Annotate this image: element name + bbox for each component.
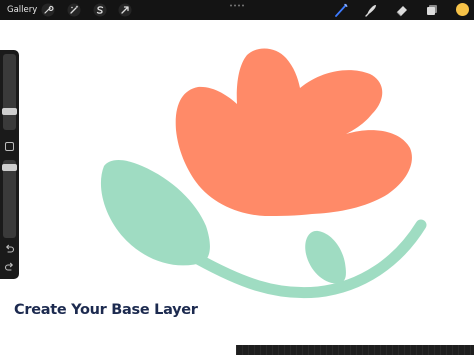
- left-sidebar: [0, 50, 19, 279]
- page-title: Create Your Base Layer: [14, 302, 198, 318]
- flower-head: [175, 48, 412, 216]
- brush-icon[interactable]: [334, 3, 348, 17]
- layers-icon[interactable]: [425, 3, 439, 17]
- brush-size-slider[interactable]: [3, 54, 16, 130]
- opacity-thumb[interactable]: [2, 164, 17, 171]
- eraser-icon[interactable]: [395, 3, 409, 17]
- redo-icon[interactable]: [4, 261, 15, 272]
- square-modify-icon[interactable]: [5, 142, 14, 151]
- selection-s-icon[interactable]: [93, 3, 107, 17]
- opacity-slider[interactable]: [3, 160, 16, 238]
- magic-wand-icon[interactable]: [67, 3, 81, 17]
- bottom-panel-edge: [236, 345, 474, 355]
- transform-arrow-icon[interactable]: [118, 3, 132, 17]
- wrench-icon[interactable]: [41, 3, 55, 17]
- small-leaf: [305, 230, 346, 284]
- color-picker-swatch[interactable]: [456, 3, 469, 16]
- toolbar-grabber[interactable]: [229, 4, 245, 7]
- gallery-button[interactable]: Gallery: [7, 3, 37, 17]
- top-toolbar: Gallery: [0, 0, 474, 20]
- undo-icon[interactable]: [4, 243, 15, 254]
- smudge-icon[interactable]: [364, 3, 378, 17]
- brush-size-thumb[interactable]: [2, 108, 17, 115]
